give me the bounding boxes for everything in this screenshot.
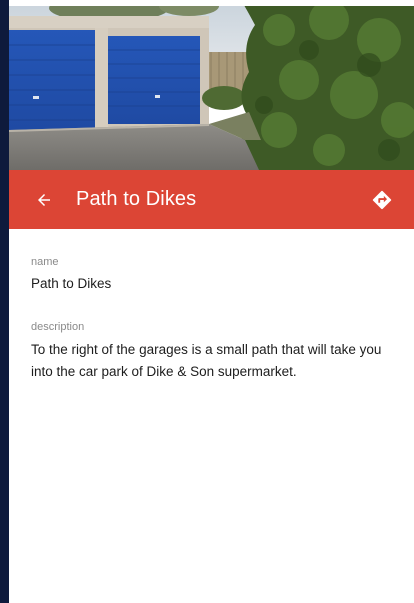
page-title: Path to Dikes	[76, 188, 197, 210]
directions-icon	[372, 190, 392, 209]
description-label: description	[31, 321, 85, 333]
name-label: name	[31, 256, 59, 268]
directions-button[interactable]	[367, 185, 397, 215]
side-strip	[0, 0, 9, 603]
arrow-left-icon	[38, 193, 50, 206]
description-value: To the right of the garages is a small p…	[31, 342, 382, 379]
location-photo	[9, 0, 414, 170]
back-button[interactable]	[30, 186, 58, 214]
app-screen: Path to Dikes name Path to Dikes descrip…	[0, 0, 414, 603]
app-bar: Path to Dikes	[9, 170, 414, 229]
name-value: Path to Dikes	[31, 276, 112, 291]
top-edge	[0, 0, 414, 6]
